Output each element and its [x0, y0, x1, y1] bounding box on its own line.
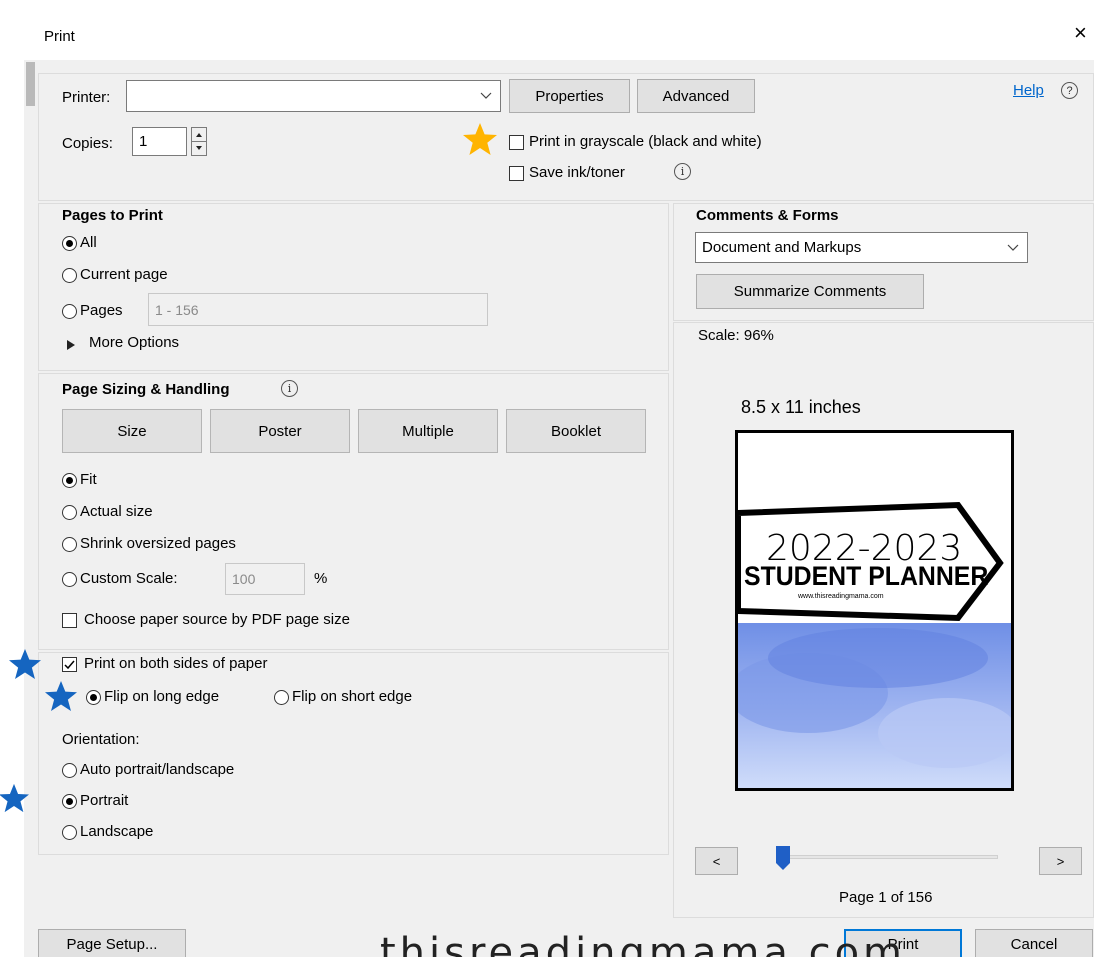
scale-label: Scale: 96% [698, 327, 774, 344]
page-setup-button[interactable]: Page Setup... [38, 929, 186, 957]
help-icon[interactable]: ? [1061, 82, 1078, 99]
custom-scale-radio[interactable] [62, 572, 77, 587]
custom-scale-label: Custom Scale: [80, 570, 178, 587]
grayscale-label: Print in grayscale (black and white) [529, 133, 762, 150]
actual-size-label: Actual size [80, 503, 153, 520]
prev-page-button[interactable]: < [695, 847, 738, 875]
sizing-heading: Page Sizing & Handling [62, 381, 230, 398]
portrait-radio[interactable] [62, 794, 77, 809]
auto-orientation-radio[interactable] [62, 763, 77, 778]
both-sides-label: Print on both sides of paper [84, 655, 268, 672]
chevron-down-icon [1007, 244, 1019, 251]
info-icon: i [674, 163, 691, 180]
tab-size[interactable]: Size [62, 409, 202, 453]
short-edge-radio[interactable] [274, 690, 289, 705]
properties-button[interactable]: Properties [509, 79, 630, 113]
chevron-down-icon [480, 92, 492, 99]
cover-title: STUDENT PLANNER [744, 561, 989, 591]
blue-star-icon [8, 648, 42, 680]
scroll-thumb[interactable] [26, 62, 35, 106]
cancel-button[interactable]: Cancel [975, 929, 1093, 957]
long-edge-label: Flip on long edge [104, 688, 220, 705]
tab-multiple[interactable]: Multiple [358, 409, 498, 453]
orientation-label: Orientation: [62, 731, 140, 748]
pages-range-radio[interactable] [62, 304, 77, 319]
fit-radio[interactable] [62, 473, 77, 488]
page-preview: 2022-2023 STUDENT PLANNER www.thisreadin… [735, 430, 1014, 791]
custom-scale-value: 100 [232, 571, 256, 587]
save-ink-label: Save ink/toner [529, 164, 625, 181]
pages-all-radio[interactable] [62, 236, 77, 251]
window-title: Print [44, 28, 75, 45]
fit-label: Fit [80, 471, 97, 488]
pages-current-label: Current page [80, 266, 168, 283]
both-sides-checkbox[interactable] [62, 657, 77, 672]
left-edge [0, 0, 24, 957]
pages-to-print-heading: Pages to Print [62, 207, 163, 224]
expand-triangle-icon[interactable] [67, 337, 75, 354]
page-slider-track[interactable] [776, 855, 998, 859]
copies-input[interactable]: 1 [132, 127, 187, 156]
comments-forms-value: Document and Markups [702, 239, 862, 256]
blue-star-icon [0, 783, 30, 813]
save-ink-checkbox[interactable] [509, 166, 524, 181]
paper-source-label: Choose paper source by PDF page size [84, 611, 350, 628]
printer-select[interactable] [126, 80, 501, 112]
page-indicator: Page 1 of 156 [839, 889, 933, 906]
pages-range-value: 1 - 156 [155, 301, 199, 318]
comments-forms-heading: Comments & Forms [696, 207, 839, 224]
sizing-info-icon: i [281, 380, 298, 397]
next-page-button[interactable]: > [1039, 847, 1082, 875]
yellow-star-icon [462, 122, 498, 156]
comments-forms-select[interactable]: Document and Markups [695, 232, 1028, 263]
grayscale-checkbox[interactable] [509, 135, 524, 150]
copies-value: 1 [139, 133, 148, 150]
long-edge-radio[interactable] [86, 690, 101, 705]
advanced-button[interactable]: Advanced [637, 79, 755, 113]
actual-size-radio[interactable] [62, 505, 77, 520]
shrink-radio[interactable] [62, 537, 77, 552]
copies-spinner[interactable] [191, 127, 207, 156]
spinner-arrows-icon [192, 133, 206, 150]
checkmark-icon [64, 660, 75, 669]
help-link[interactable]: Help [1013, 82, 1044, 99]
planner-cover-art [738, 433, 1011, 788]
printer-label: Printer: [62, 89, 111, 106]
landscape-label: Landscape [80, 823, 154, 840]
pages-current-radio[interactable] [62, 268, 77, 283]
more-options-label[interactable]: More Options [89, 334, 179, 351]
tab-poster[interactable]: Poster [210, 409, 350, 453]
summarize-comments-button[interactable]: Summarize Comments [696, 274, 924, 309]
copies-label: Copies: [62, 135, 113, 152]
percent-label: % [314, 570, 328, 587]
shrink-label: Shrink oversized pages [80, 535, 236, 552]
landscape-radio[interactable] [62, 825, 77, 840]
pages-all-label: All [80, 234, 97, 251]
watermark-text: thisreadingmama.com [380, 930, 907, 957]
page-size-caption: 8.5 x 11 inches [741, 397, 861, 417]
auto-orientation-label: Auto portrait/landscape [80, 761, 235, 778]
pages-range-input[interactable]: 1 - 156 [148, 293, 488, 326]
title-bar [24, 8, 1094, 60]
pages-range-label: Pages [80, 302, 123, 319]
cover-url: www.thisreadingmama.com [798, 593, 884, 600]
blue-star-icon [44, 680, 78, 712]
paper-source-checkbox[interactable] [62, 613, 77, 628]
slider-thumb-icon [776, 846, 790, 870]
custom-scale-input[interactable]: 100 [225, 563, 305, 595]
page-slider-thumb[interactable] [776, 846, 790, 870]
short-edge-label: Flip on short edge [292, 688, 413, 705]
tab-booklet[interactable]: Booklet [506, 409, 646, 453]
close-icon[interactable]: × [1074, 22, 1087, 44]
portrait-label: Portrait [80, 792, 129, 809]
